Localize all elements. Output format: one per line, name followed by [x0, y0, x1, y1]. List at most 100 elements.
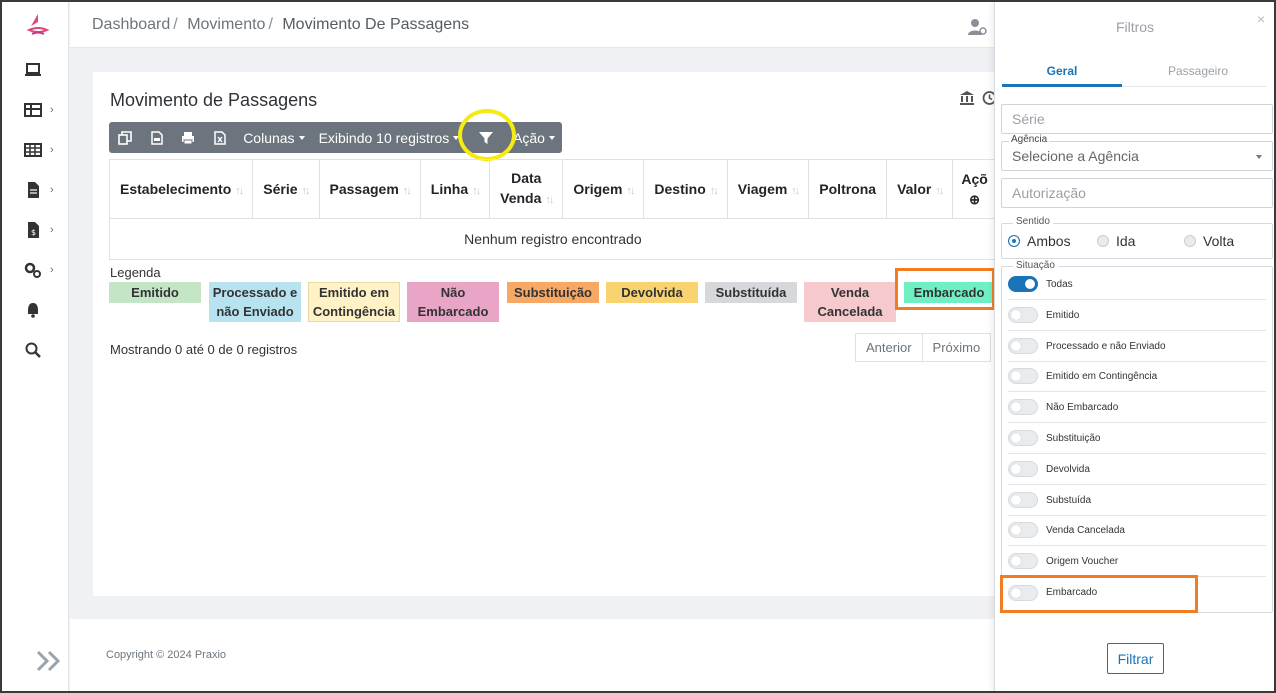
- sort-icon: ↑↓: [472, 185, 481, 197]
- copyright-text: Copyright © 2024 Praxio: [106, 649, 227, 661]
- file-excel-icon: [214, 130, 227, 145]
- column-header-destino[interactable]: Destino ↑↓: [643, 159, 728, 219]
- chevron-right-icon: ›: [50, 263, 54, 276]
- switch-row-substituicao[interactable]: Substituição: [1008, 423, 1266, 454]
- switch-row-nao-embarcado[interactable]: Não Embarcado: [1008, 392, 1266, 423]
- switch-row-devolvida[interactable]: Devolvida: [1008, 454, 1266, 485]
- sidebar-item-tables[interactable]: ›: [24, 98, 64, 122]
- sort-icon: ↑↓: [935, 185, 944, 197]
- column-header-viagem[interactable]: Viagem ↑↓: [726, 159, 810, 219]
- bank-icon[interactable]: [959, 90, 975, 106]
- legend-processado: Processado e não Enviado: [209, 282, 301, 322]
- expand-sidebar-icon[interactable]: [34, 648, 64, 674]
- tab-geral[interactable]: Geral: [1002, 64, 1122, 78]
- radio-ambos[interactable]: Ambos: [1008, 233, 1071, 249]
- sidebar-item-settings[interactable]: ›: [24, 258, 64, 282]
- breadcrumb-movimento[interactable]: Movimento: [187, 16, 265, 33]
- export-pdf-button[interactable]: [141, 122, 173, 153]
- radio-ida[interactable]: Ida: [1097, 233, 1135, 249]
- column-header-poltrona[interactable]: Poltrona: [808, 159, 888, 219]
- pagination: Anterior Próximo: [855, 333, 992, 362]
- autorizacao-input[interactable]: Autorização: [1001, 178, 1273, 208]
- column-header-passagem[interactable]: Passagem ↑↓: [318, 159, 421, 219]
- toggle-switch[interactable]: [1008, 522, 1038, 538]
- file-pdf-icon: [150, 130, 163, 145]
- previous-page-button[interactable]: Anterior: [855, 333, 923, 362]
- toggle-switch[interactable]: [1008, 461, 1038, 477]
- switch-row-emitido[interactable]: Emitido: [1008, 300, 1266, 331]
- user-settings-icon[interactable]: [967, 18, 987, 36]
- column-header-origem[interactable]: Origem ↑↓: [562, 159, 645, 219]
- sidebar-item-notifications[interactable]: [24, 298, 64, 322]
- columns-dropdown[interactable]: Colunas: [236, 122, 311, 153]
- tab-passageiro[interactable]: Passageiro: [1138, 64, 1258, 78]
- sidebar-item-grid[interactable]: ›: [24, 138, 64, 162]
- app-window: › › › $ › › Dashboard / Movimento / Movi…: [2, 2, 1274, 691]
- sidebar-item-search[interactable]: [24, 338, 64, 362]
- next-page-button[interactable]: Próximo: [922, 333, 992, 362]
- switch-row-processado[interactable]: Processado e não Enviado: [1008, 331, 1266, 362]
- switch-row-venda-cancelada[interactable]: Venda Cancelada: [1008, 515, 1266, 546]
- column-header-serie[interactable]: Série ↑↓: [252, 159, 320, 219]
- invoice-dollar-icon: $: [28, 222, 39, 238]
- breadcrumb: Dashboard / Movimento / Movimento De Passa…: [92, 16, 469, 34]
- switch-row-origem-voucher[interactable]: Origem Voucher: [1008, 546, 1266, 577]
- table-row: Nenhum registro encontrado: [108, 218, 996, 260]
- toggle-switch[interactable]: [1008, 492, 1038, 508]
- sidebar-item-dashboard[interactable]: [24, 58, 64, 82]
- copy-icon: [118, 130, 132, 145]
- toggle-switch[interactable]: [1008, 307, 1038, 323]
- close-icon[interactable]: ×: [1257, 11, 1265, 27]
- switch-row-substuida[interactable]: Substuída: [1008, 485, 1266, 516]
- toggle-switch[interactable]: [1008, 399, 1038, 415]
- sidebar-item-invoices[interactable]: $ ›: [24, 218, 64, 242]
- switch-label: Devolvida: [1046, 463, 1090, 475]
- column-header-valor[interactable]: Valor ↑↓: [886, 159, 954, 219]
- agencia-select[interactable]: Selecione a Agência: [1001, 141, 1273, 171]
- filters-title: Filtros: [1115, 19, 1155, 35]
- switch-row-todas[interactable]: Todas: [1008, 269, 1266, 300]
- column-label: Poltrona: [819, 181, 877, 197]
- sidebar: › › › $ › ›: [2, 2, 69, 691]
- chevron-right-icon: ›: [50, 223, 54, 236]
- toggle-switch-on[interactable]: [1008, 276, 1038, 292]
- page-size-label: Exibindo 10 registros: [318, 129, 450, 146]
- bell-icon: [28, 303, 38, 318]
- action-dropdown[interactable]: Ação: [506, 122, 562, 153]
- toggle-switch[interactable]: [1008, 430, 1038, 446]
- filter-submit-button[interactable]: Filtrar: [1107, 643, 1164, 674]
- radio-volta[interactable]: Volta: [1184, 233, 1234, 249]
- serie-input[interactable]: Série: [1001, 104, 1273, 134]
- legend-nao-embarcado: Não Embarcado: [407, 282, 499, 322]
- page-size-dropdown[interactable]: Exibindo 10 registros: [312, 122, 467, 153]
- column-header-data-venda[interactable]: Data Venda ↑↓: [489, 159, 564, 219]
- toggle-switch[interactable]: [1008, 368, 1038, 384]
- print-button[interactable]: [173, 122, 205, 153]
- column-header-acoes[interactable]: Açõ ⊕: [952, 159, 996, 219]
- app-logo-icon[interactable]: [26, 12, 50, 38]
- radio-label: Volta: [1203, 233, 1235, 249]
- action-label: Ação: [513, 129, 545, 146]
- toggle-switch[interactable]: [1008, 338, 1038, 354]
- columns-label: Colunas: [243, 129, 295, 146]
- radio-unselected-icon: [1184, 235, 1196, 247]
- caret-down-icon: [1256, 155, 1262, 159]
- radio-unselected-icon: [1097, 235, 1109, 247]
- column-header-linha[interactable]: Linha ↑↓: [419, 159, 491, 219]
- filter-button[interactable]: [466, 122, 506, 153]
- column-header-estabelecimento[interactable]: Estabelecimento ↑↓: [108, 159, 254, 219]
- column-label: Destino: [654, 181, 706, 197]
- legend-venda-cancelada: Venda Cancelada: [804, 282, 896, 322]
- toggle-switch[interactable]: [1008, 584, 1038, 601]
- copy-button[interactable]: [109, 122, 141, 153]
- zoom-in-icon[interactable]: ⊕: [969, 192, 980, 207]
- column-label: Passagem: [329, 181, 399, 197]
- switch-row-contingencia[interactable]: Emitido em Contingência: [1008, 361, 1266, 392]
- sidebar-item-documents[interactable]: ›: [24, 178, 64, 202]
- breadcrumb-dashboard[interactable]: Dashboard: [92, 16, 170, 33]
- toggle-switch[interactable]: [1008, 553, 1038, 569]
- filters-panel: Filtros × Geral Passageiro Série Selecio…: [994, 2, 1274, 691]
- legend-title: Legenda: [110, 265, 161, 280]
- switch-row-embarcado[interactable]: Embarcado: [1008, 577, 1266, 608]
- export-excel-button[interactable]: [204, 122, 236, 153]
